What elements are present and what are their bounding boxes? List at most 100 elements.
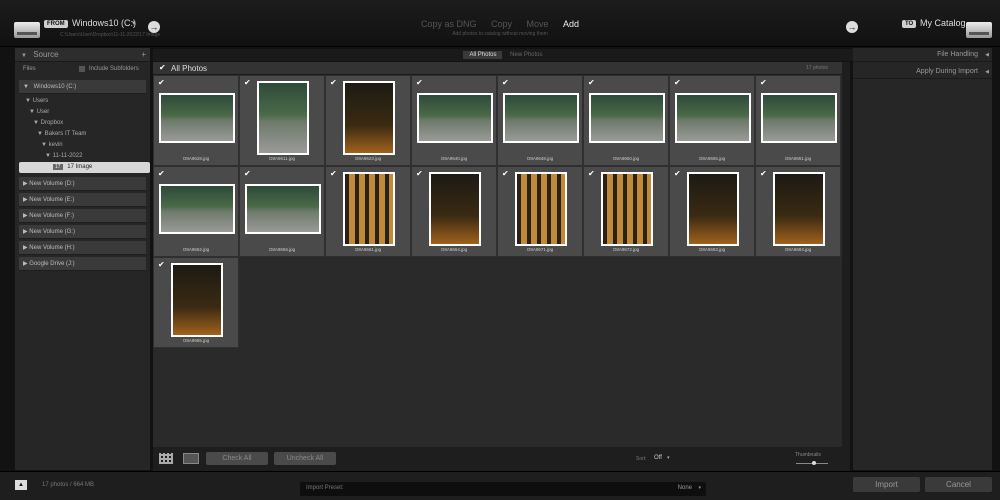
- mode-copy-as-dng[interactable]: Copy as DNG: [421, 19, 477, 29]
- photo-filename: O8A9656.jpg: [268, 247, 296, 252]
- photo-cell[interactable]: ✔ O8A9611.jpg: [239, 75, 325, 166]
- photo-cell[interactable]: ✔ O8A9650.jpg: [583, 75, 669, 166]
- photo-thumbnail[interactable]: [343, 81, 395, 155]
- photo-checkbox[interactable]: ✔: [760, 169, 767, 178]
- tree-item[interactable]: ▼ Bakers IT Team: [15, 129, 150, 140]
- photo-checkbox[interactable]: ✔: [158, 169, 165, 178]
- include-subfolders-label[interactable]: Include Subfolders: [89, 62, 139, 76]
- tree-item-selected[interactable]: 17 17 Image: [19, 162, 150, 173]
- tree-label: User: [36, 109, 50, 115]
- import-preset-dropdown[interactable]: None: [678, 485, 692, 491]
- photo-thumbnail[interactable]: [171, 263, 223, 337]
- photo-cell[interactable]: ✔ O8A9656.jpg: [239, 166, 325, 257]
- volume-d[interactable]: ▶ New Volume (D:): [19, 177, 146, 191]
- collapse-up-icon[interactable]: ▲: [15, 480, 27, 490]
- sort-dropdown[interactable]: Off: [654, 455, 662, 461]
- photo-thumbnail[interactable]: [515, 172, 567, 246]
- thumbnail-slider-handle[interactable]: [812, 461, 816, 465]
- sort-chevron-icon[interactable]: ▾: [667, 455, 670, 461]
- photo-cell[interactable]: ✔ O8A9661.jpg: [325, 166, 411, 257]
- photo-cell[interactable]: ✔ O8A9648.jpg: [497, 75, 583, 166]
- check-all-icon[interactable]: ✔: [159, 63, 166, 72]
- photo-checkbox[interactable]: ✔: [588, 169, 595, 178]
- photo-thumbnail[interactable]: [675, 93, 751, 143]
- volume-g[interactable]: ▶ New Volume (G:): [19, 225, 146, 239]
- tab-new-photos[interactable]: New Photos: [510, 52, 542, 58]
- photo-checkbox[interactable]: ✔: [158, 260, 165, 269]
- photo-checkbox[interactable]: ✔: [244, 169, 251, 178]
- photo-thumbnail[interactable]: [417, 93, 493, 143]
- photo-thumbnail[interactable]: [343, 172, 395, 246]
- apply-during-import-header[interactable]: Apply During Import ◀: [853, 65, 992, 79]
- add-icon[interactable]: +: [141, 48, 146, 62]
- photo-checkbox[interactable]: ✔: [244, 78, 251, 87]
- preset-chevron-icon[interactable]: ▾: [698, 485, 701, 491]
- photo-checkbox[interactable]: ✔: [674, 169, 681, 178]
- photo-cell[interactable]: ✔ O8A9640.jpg: [411, 75, 497, 166]
- file-handling-header[interactable]: File Handling ◀: [853, 48, 992, 62]
- photo-thumbnail[interactable]: [773, 172, 825, 246]
- import-status: 17 photos / 664 MB: [42, 482, 95, 488]
- photo-cell[interactable]: ✔ O8A9623.jpg: [325, 75, 411, 166]
- tree-item[interactable]: ▼ Dropbox: [15, 118, 150, 129]
- check-all-button[interactable]: Check All: [206, 452, 268, 465]
- volume-h[interactable]: ▶ New Volume (H:): [19, 241, 146, 255]
- photo-checkbox[interactable]: ✔: [502, 169, 509, 178]
- mode-add[interactable]: Add: [563, 19, 579, 29]
- photo-cell[interactable]: ✔ O8A9685.jpg: [153, 257, 239, 348]
- import-button[interactable]: Import: [853, 477, 920, 492]
- photo-checkbox[interactable]: ✔: [760, 78, 767, 87]
- photo-cell[interactable]: ✔ O8A9652.jpg: [153, 166, 239, 257]
- mode-move[interactable]: Move: [527, 19, 549, 29]
- photo-checkbox[interactable]: ✔: [330, 78, 337, 87]
- drive-c[interactable]: ▼ Windows10 (C:): [19, 80, 146, 94]
- photo-cell[interactable]: ✔ O8A9683.jpg: [669, 166, 755, 257]
- photo-checkbox[interactable]: ✔: [158, 78, 165, 87]
- photo-checkbox[interactable]: ✔: [588, 78, 595, 87]
- tab-all-photos[interactable]: All Photos: [463, 51, 503, 59]
- import-preset-bar[interactable]: Import Preset: None ▾: [300, 482, 706, 496]
- mode-copy[interactable]: Copy: [491, 19, 512, 29]
- photo-cell[interactable]: ✔ O8A9655.jpg: [669, 75, 755, 166]
- photo-checkbox[interactable]: ✔: [416, 78, 423, 87]
- photo-cell[interactable]: ✔ O8A9628.jpg: [153, 75, 239, 166]
- photo-thumbnail[interactable]: [159, 93, 235, 143]
- photo-thumbnail[interactable]: [257, 81, 309, 155]
- grid-toolbar: Check All Uncheck All Sort: Off ▾ Thumbn…: [153, 447, 850, 471]
- grid-view-icon[interactable]: [159, 453, 173, 464]
- photo-cell[interactable]: ✔ O8A9651.jpg: [755, 75, 841, 166]
- photo-thumbnail[interactable]: [761, 93, 837, 143]
- photo-thumbnail[interactable]: [429, 172, 481, 246]
- loupe-view-icon[interactable]: [183, 453, 199, 464]
- cancel-button[interactable]: Cancel: [925, 477, 992, 492]
- photo-thumbnail[interactable]: [245, 184, 321, 234]
- source-panel-header[interactable]: ▼ Source +: [15, 48, 150, 62]
- expand-triangle-icon: ▼: [37, 131, 45, 137]
- photo-thumbnail[interactable]: [601, 172, 653, 246]
- photo-cell[interactable]: ✔ O8A9672.jpg: [583, 166, 669, 257]
- photo-thumbnail[interactable]: [589, 93, 665, 143]
- tree-item[interactable]: ▼ User: [15, 107, 150, 118]
- include-subfolders-checkbox[interactable]: [79, 66, 85, 72]
- photo-checkbox[interactable]: ✔: [502, 78, 509, 87]
- photo-checkbox[interactable]: ✔: [416, 169, 423, 178]
- files-label: Files: [23, 66, 36, 72]
- destination-title[interactable]: My Catalog: [920, 18, 966, 28]
- photo-thumbnail[interactable]: [503, 93, 579, 143]
- photo-checkbox[interactable]: ✔: [330, 169, 337, 178]
- photo-cell[interactable]: ✔ O8A9684.jpg: [755, 166, 841, 257]
- tree-item[interactable]: ▼ kevin: [15, 140, 150, 151]
- tree-item[interactable]: ▼ 11-11-2022: [15, 151, 150, 162]
- photo-cell[interactable]: ✔ O8A9664.jpg: [411, 166, 497, 257]
- volume-e[interactable]: ▶ New Volume (E:): [19, 193, 146, 207]
- photo-checkbox[interactable]: ✔: [674, 78, 681, 87]
- photo-thumbnail[interactable]: [687, 172, 739, 246]
- photo-cell[interactable]: ✔ O8A9671.jpg: [497, 166, 583, 257]
- photo-filename: O8A9655.jpg: [698, 156, 726, 161]
- uncheck-all-button[interactable]: Uncheck All: [274, 452, 336, 465]
- photo-thumbnail[interactable]: [159, 184, 235, 234]
- tree-item[interactable]: ▼ Users: [15, 96, 150, 107]
- grid-scrollbar[interactable]: [842, 62, 850, 447]
- volume-f[interactable]: ▶ New Volume (F:): [19, 209, 146, 223]
- volume-j[interactable]: ▶ Google Drive (J:): [19, 257, 146, 271]
